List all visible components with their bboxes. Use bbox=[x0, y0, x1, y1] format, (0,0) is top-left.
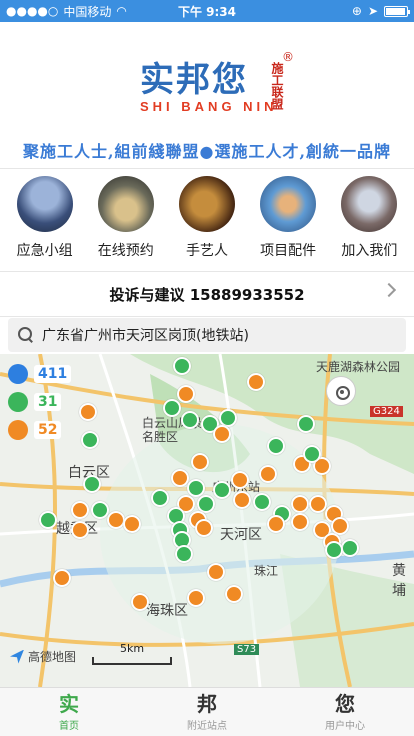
worker-pin-icon bbox=[8, 364, 28, 384]
status-bar: ●●●●○ 中国移动 ◠ 下午 9:34 ⊕ ➤ bbox=[0, 0, 414, 22]
map-provider: 高德地图 bbox=[10, 648, 76, 665]
parts-photo-icon bbox=[260, 176, 317, 232]
shortcut-emergency-team[interactable]: 应急小组 bbox=[5, 170, 85, 270]
shortcut-craftsman[interactable]: 手艺人 bbox=[167, 170, 247, 270]
brand-banner: 实邦您 SHI BANG NIN 施工联盟 ® 聚施工人士,組前綫聯盟●選施工人… bbox=[0, 22, 414, 164]
project-marker-icon[interactable] bbox=[171, 469, 189, 487]
station-marker-icon[interactable] bbox=[151, 489, 169, 507]
search-input[interactable]: 广东省广州市天河区岗顶(地铁站) bbox=[8, 318, 406, 352]
station-marker-icon[interactable] bbox=[253, 493, 271, 511]
project-marker-icon[interactable] bbox=[267, 515, 285, 533]
complaint-label: 投诉与建议 15889933552 bbox=[109, 285, 305, 304]
map-scale-label: 5km bbox=[120, 642, 145, 655]
map-view[interactable]: 411 31 52 天鹿湖森林公园 白云山风景名胜区 白云区 越秀区 天河区 海… bbox=[0, 354, 414, 687]
project-marker-icon[interactable] bbox=[53, 569, 71, 587]
tab-user-center[interactable]: 您 用户中心 bbox=[276, 688, 414, 736]
project-marker-icon[interactable] bbox=[309, 495, 327, 513]
project-marker-icon[interactable] bbox=[207, 563, 225, 581]
project-marker-icon[interactable] bbox=[195, 519, 213, 537]
signal-icon: ●●●●○ bbox=[6, 4, 59, 18]
project-marker-icon[interactable] bbox=[259, 465, 277, 483]
shortcut-project-parts[interactable]: 项目配件 bbox=[248, 170, 328, 270]
map-label: 天鹿湖森林公园 bbox=[316, 360, 401, 374]
project-pin-icon bbox=[8, 420, 28, 440]
search-value: 广东省广州市天河区岗顶(地铁站) bbox=[42, 328, 249, 344]
project-marker-icon[interactable] bbox=[131, 593, 149, 611]
tab-home[interactable]: 实 首页 bbox=[0, 688, 138, 736]
locate-icon[interactable] bbox=[326, 376, 356, 406]
project-marker-icon[interactable] bbox=[213, 425, 231, 443]
project-marker-icon[interactable] bbox=[71, 521, 89, 539]
carrier-label: 中国移动 bbox=[63, 4, 112, 19]
station-marker-icon[interactable] bbox=[83, 475, 101, 493]
tab-nearby-stations[interactable]: 邦 附近站点 bbox=[138, 688, 276, 736]
craftsman-photo-icon bbox=[178, 176, 235, 232]
station-marker-icon[interactable] bbox=[297, 415, 315, 433]
amap-logo-icon bbox=[10, 649, 24, 664]
station-marker-icon[interactable] bbox=[181, 411, 199, 429]
project-marker-icon[interactable] bbox=[233, 491, 251, 509]
project-marker-icon[interactable] bbox=[247, 373, 265, 391]
project-marker-icon[interactable] bbox=[71, 501, 89, 519]
stat-green: 31 bbox=[8, 392, 62, 412]
wifi-icon: ◠ bbox=[116, 4, 127, 18]
brand-slogan: 聚施工人士,組前綫聯盟●選施工人才,創統一品牌 bbox=[22, 142, 392, 161]
shortcut-online-booking[interactable]: 在线预约 bbox=[86, 170, 166, 270]
team-photo-icon bbox=[16, 176, 73, 232]
divider bbox=[0, 168, 414, 169]
complaint-row[interactable]: 投诉与建议 15889933552 bbox=[0, 272, 414, 316]
project-marker-icon[interactable] bbox=[123, 515, 141, 533]
divider bbox=[0, 316, 414, 317]
tab-bar: 实 首页 邦 附近站点 您 用户中心 bbox=[0, 687, 414, 736]
station-marker-icon[interactable] bbox=[91, 501, 109, 519]
battery-icon bbox=[384, 5, 410, 17]
map-label: 珠江 bbox=[254, 564, 279, 578]
map-label: 海珠区 bbox=[146, 603, 188, 619]
project-marker-icon[interactable] bbox=[225, 585, 243, 603]
shortcut-grid: 应急小组 在线预约 手艺人 项目配件 加入我们 bbox=[0, 170, 414, 270]
station-marker-icon[interactable] bbox=[303, 445, 321, 463]
map-label: 天河区 bbox=[220, 527, 262, 543]
station-marker-icon[interactable] bbox=[267, 437, 285, 455]
stat-orange: 52 bbox=[8, 420, 62, 440]
station-marker-icon[interactable] bbox=[173, 357, 191, 375]
station-marker-icon[interactable] bbox=[175, 545, 193, 563]
station-marker-icon[interactable] bbox=[163, 399, 181, 417]
join-photo-icon bbox=[341, 176, 398, 232]
project-marker-icon[interactable] bbox=[291, 513, 309, 531]
project-marker-icon[interactable] bbox=[107, 511, 125, 529]
chevron-right-icon bbox=[381, 282, 397, 298]
map-scale-bar bbox=[92, 657, 172, 665]
project-marker-icon[interactable] bbox=[191, 453, 209, 471]
project-marker-icon[interactable] bbox=[291, 495, 309, 513]
user-tab-icon: 您 bbox=[335, 691, 355, 716]
station-marker-icon[interactable] bbox=[213, 481, 231, 499]
rotation-lock-icon: ⊕ bbox=[351, 4, 362, 18]
brand-logo: 实邦您 SHI BANG NIN 施工联盟 ® bbox=[140, 50, 294, 114]
project-marker-icon[interactable] bbox=[79, 403, 97, 421]
station-marker-icon[interactable] bbox=[187, 479, 205, 497]
home-tab-icon: 实 bbox=[59, 691, 79, 716]
station-marker-icon[interactable] bbox=[325, 541, 343, 559]
location-icon: ➤ bbox=[367, 4, 378, 18]
search-icon bbox=[18, 327, 34, 343]
road-shield: S73 bbox=[234, 644, 260, 655]
shortcut-join-us[interactable]: 加入我们 bbox=[329, 170, 409, 270]
station-marker-icon[interactable] bbox=[81, 431, 99, 449]
project-marker-icon[interactable] bbox=[187, 589, 205, 607]
map-label: 黄埔 bbox=[392, 563, 406, 599]
station-marker-icon[interactable] bbox=[39, 511, 57, 529]
project-marker-icon[interactable] bbox=[177, 385, 195, 403]
stat-blue: 411 bbox=[8, 364, 72, 384]
station-marker-icon[interactable] bbox=[341, 539, 359, 557]
nearby-tab-icon: 邦 bbox=[197, 691, 217, 716]
project-marker-icon[interactable] bbox=[231, 471, 249, 489]
road-shield: G324 bbox=[370, 406, 403, 417]
booking-photo-icon bbox=[97, 176, 154, 232]
station-pin-icon bbox=[8, 392, 28, 412]
